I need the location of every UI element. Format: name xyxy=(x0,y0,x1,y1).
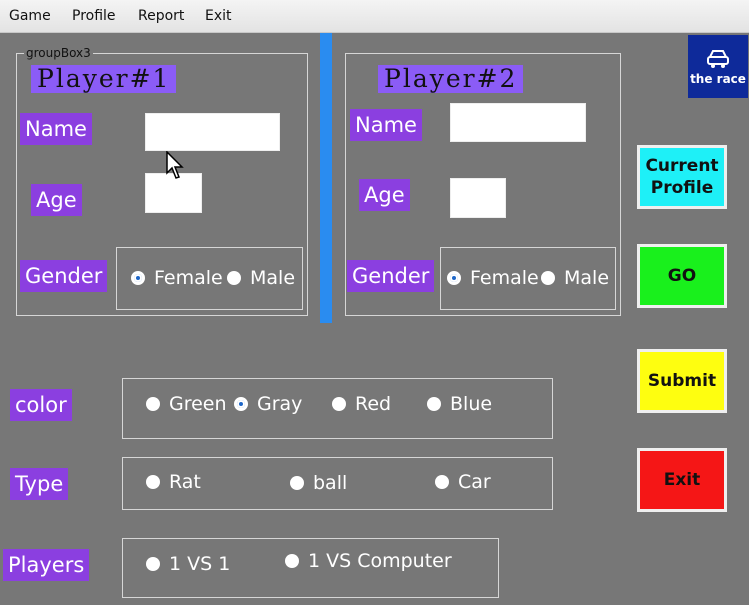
player1-age-label: Age xyxy=(31,184,82,216)
player2-gender-female-label: Female xyxy=(470,267,539,289)
player1-groupbox-caption: groupBox3 xyxy=(24,46,93,60)
player1-gender-female-radio[interactable]: Female xyxy=(131,266,223,290)
go-button[interactable]: GO xyxy=(637,244,727,308)
player2-gender-male-radio[interactable]: Male xyxy=(541,266,609,290)
player1-title: Player#1 xyxy=(31,65,177,93)
player2-name-input[interactable] xyxy=(450,103,586,142)
color-gray-label: Gray xyxy=(257,393,303,415)
radio-unselected-icon xyxy=(290,476,304,490)
submit-button[interactable]: Submit xyxy=(637,349,727,413)
players-label: Players xyxy=(3,549,90,581)
radio-selected-icon xyxy=(234,397,248,411)
car-icon xyxy=(707,49,729,68)
type-ball-label: ball xyxy=(313,472,348,494)
color-red-label: Red xyxy=(355,393,392,415)
type-ball-radio[interactable]: ball xyxy=(290,471,347,495)
player2-name-label: Name xyxy=(350,109,422,141)
type-car-radio[interactable]: Car xyxy=(435,470,491,494)
player1-gender-male-radio[interactable]: Male xyxy=(227,266,295,290)
radio-unselected-icon xyxy=(285,554,299,568)
player1-name-input[interactable] xyxy=(145,113,280,151)
radio-selected-icon xyxy=(131,271,145,285)
player1-gender-female-label: Female xyxy=(154,267,223,289)
menu-bar: Game Profile Report Exit xyxy=(0,0,749,33)
player2-age-label: Age xyxy=(359,179,410,211)
players-1vs-computer-radio[interactable]: 1 VS Computer xyxy=(285,549,452,573)
players-1vs1-label: 1 VS 1 xyxy=(169,553,231,575)
color-green-radio[interactable]: Green xyxy=(146,392,227,416)
radio-unselected-icon xyxy=(541,271,555,285)
type-label: Type xyxy=(10,468,69,500)
logo-text: the race xyxy=(690,71,746,86)
player2-gender-male-label: Male xyxy=(564,267,610,289)
mouse-pointer-icon xyxy=(166,151,184,179)
exit-button[interactable]: Exit xyxy=(637,448,727,512)
player2-gender-female-radio[interactable]: Female xyxy=(447,266,539,290)
color-blue-label: Blue xyxy=(450,393,493,415)
menu-exit[interactable]: Exit xyxy=(205,8,232,24)
radio-unselected-icon xyxy=(146,397,160,411)
player1-name-label: Name xyxy=(20,113,92,145)
color-green-label: Green xyxy=(169,393,227,415)
form-client-area: groupBox3 Player#1 Name Age Gender Femal… xyxy=(0,33,749,605)
players-1vs-computer-label: 1 VS Computer xyxy=(308,550,452,572)
radio-unselected-icon xyxy=(332,397,346,411)
menu-game[interactable]: Game xyxy=(9,8,51,24)
radio-unselected-icon xyxy=(427,397,441,411)
player1-gender-label: Gender xyxy=(20,260,108,292)
color-label: color xyxy=(10,389,72,421)
color-blue-radio[interactable]: Blue xyxy=(427,392,492,416)
radio-unselected-icon xyxy=(146,475,160,489)
the-race-logo: the race xyxy=(688,35,748,98)
menu-profile[interactable]: Profile xyxy=(72,8,116,24)
color-red-radio[interactable]: Red xyxy=(332,392,391,416)
player2-gender-label: Gender xyxy=(347,260,435,292)
player1-gender-male-label: Male xyxy=(250,267,296,289)
type-rat-radio[interactable]: Rat xyxy=(146,470,201,494)
player2-age-input[interactable] xyxy=(450,178,506,218)
radio-selected-icon xyxy=(447,271,461,285)
players-1vs1-radio[interactable]: 1 VS 1 xyxy=(146,552,230,576)
radio-unselected-icon xyxy=(227,271,241,285)
current-profile-button[interactable]: Current Profile xyxy=(637,145,727,209)
player2-title: Player#2 xyxy=(378,65,524,93)
radio-unselected-icon xyxy=(435,475,449,489)
type-rat-label: Rat xyxy=(169,471,201,493)
menu-report[interactable]: Report xyxy=(138,8,184,24)
vertical-divider xyxy=(320,33,332,323)
type-car-label: Car xyxy=(458,471,491,493)
radio-unselected-icon xyxy=(146,557,160,571)
color-gray-radio[interactable]: Gray xyxy=(234,392,302,416)
